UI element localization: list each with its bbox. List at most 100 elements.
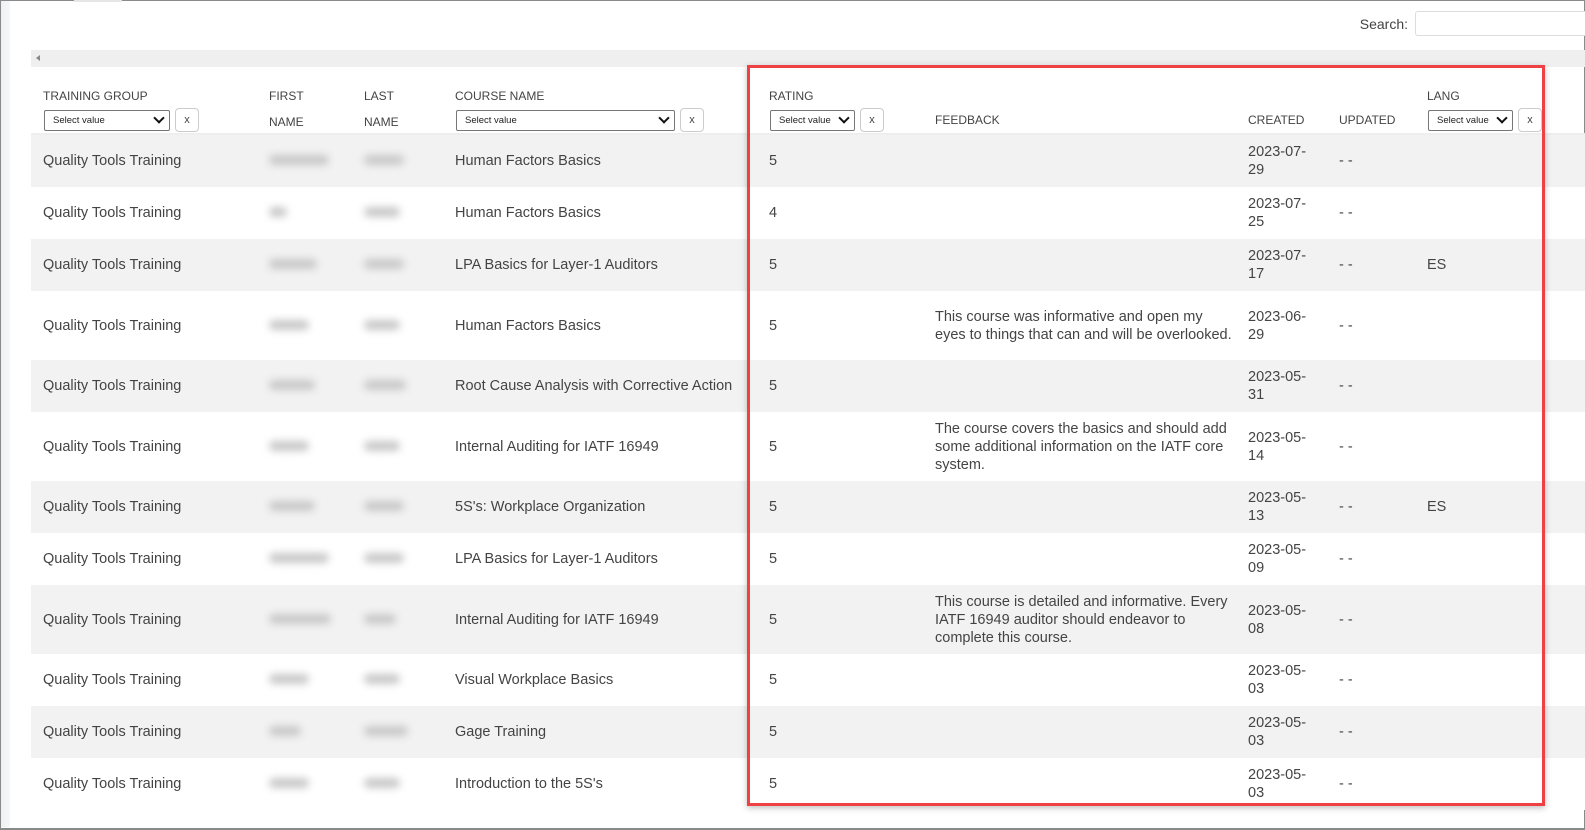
cell-rating: 5 [757,654,923,706]
created-date-part-1: 2023-05- [1248,369,1307,385]
left-gutter [1,1,10,827]
cell-feedback: This course was informative and open my … [923,291,1236,360]
cell-updated: - - [1327,654,1415,706]
cell-feedback [923,533,1236,585]
table-row[interactable]: Quality Tools Training Root Cause Analysi… [31,360,1585,412]
cell-created: 2023-05- 09 [1236,533,1327,585]
col-lang-label: LANG [1427,89,1460,103]
col-rating: RATING Select value x [757,67,923,135]
table-row[interactable]: Quality Tools Training Gage Training 5 2023… [31,706,1585,758]
cell-training-group: Quality Tools Training [31,706,257,758]
cell-rating: 5 [757,239,923,291]
col-feedback: FEEDBACK [923,67,1236,135]
cell-last-name-redacted [352,533,443,585]
cell-course-name: Internal Auditing for IATF 16949 [443,585,757,654]
cell-first-name-redacted [257,291,352,360]
cell-created: 2023-05- 08 [1236,585,1327,654]
lang-clear-button[interactable]: x [1518,108,1542,132]
cell-feedback [923,654,1236,706]
cell-course-name: Human Factors Basics [443,187,757,239]
scroll-left-arrow-icon[interactable] [36,55,40,61]
table-row[interactable]: Quality Tools Training Human Factors Basi… [31,134,1585,187]
cell-lang: ES [1415,481,1585,533]
cell-course-name: LPA Basics for Layer-1 Auditors [443,533,757,585]
rating-filter-select[interactable]: Select value [770,109,855,131]
table-row[interactable]: Quality Tools Training LPA Basics for Lay… [31,533,1585,585]
feedback-table: TRAINING GROUP Select value x FIRST NAME [31,67,1585,810]
cell-course-name: Human Factors Basics [443,134,757,187]
cell-training-group: Quality Tools Training [31,360,257,412]
cell-last-name-redacted [352,585,443,654]
cell-last-name-redacted [352,758,443,810]
cell-feedback [923,706,1236,758]
table-body: Quality Tools Training Human Factors Basi… [31,134,1585,810]
cell-training-group: Quality Tools Training [31,585,257,654]
cell-first-name-redacted [257,758,352,810]
created-date-part-2: 14 [1248,447,1265,464]
select-label: Select value [779,114,831,126]
col-first-name-label-2: NAME [269,115,304,129]
table-row[interactable]: Quality Tools Training Human Factors Basi… [31,291,1585,360]
cell-rating: 5 [757,360,923,412]
created-date-part-2: 13 [1248,508,1265,524]
table-row[interactable]: Quality Tools Training Introduction to th… [31,758,1585,810]
table-row[interactable]: Quality Tools Training LPA Basics for Lay… [31,239,1585,291]
cell-training-group: Quality Tools Training [31,533,257,585]
created-date-part-2: 03 [1248,785,1265,801]
cell-training-group: Quality Tools Training [31,291,257,360]
cell-created: 2023-07- 29 [1236,134,1327,187]
cell-updated: - - [1327,360,1415,412]
cell-first-name-redacted [257,187,352,239]
table-row[interactable]: Quality Tools Training 5S's: Workplace Or… [31,481,1585,533]
cell-rating: 5 [757,134,923,187]
select-label: Select value [1437,114,1489,126]
col-training-group-label: TRAINING GROUP [43,89,148,103]
chevron-down-icon [658,112,670,124]
course-name-filter-select[interactable]: Select value [456,109,675,131]
cell-last-name-redacted [352,706,443,758]
created-date-part-2: 31 [1248,387,1265,403]
created-date-part-2: 03 [1248,733,1265,749]
training-group-filter-select[interactable]: Select value [44,109,170,131]
cell-last-name-redacted [352,412,443,481]
created-date-part-1: 2023-07- [1248,248,1307,264]
table-row[interactable]: Quality Tools Training Human Factors Basi… [31,187,1585,239]
table-row[interactable]: Quality Tools Training Internal Auditing … [31,585,1585,654]
cell-lang [1415,360,1585,412]
cell-rating: 5 [757,533,923,585]
cell-course-name: Human Factors Basics [443,291,757,360]
col-first-name-label-1: FIRST [269,89,304,103]
cell-updated: - - [1327,187,1415,239]
search-bar: Search: [1360,11,1585,36]
cell-updated: - - [1327,706,1415,758]
created-date-part-1: 2023-05- [1248,490,1307,506]
chevron-down-icon [838,112,850,124]
training-group-clear-button[interactable]: x [175,108,199,132]
cell-rating: 5 [757,706,923,758]
created-date-part-2: 08 [1248,620,1265,637]
lang-filter-select[interactable]: Select value [1428,109,1513,131]
table-row[interactable]: Quality Tools Training Visual Workplace B… [31,654,1585,706]
cell-course-name: Root Cause Analysis with Corrective Acti… [443,360,757,412]
search-input[interactable] [1415,11,1585,36]
col-updated-label: UPDATED [1339,113,1396,127]
table-row[interactable]: Quality Tools Training Internal Auditing … [31,412,1585,481]
col-last-name: LAST NAME [352,67,443,135]
course-name-clear-button[interactable]: x [680,108,704,132]
cell-last-name-redacted [352,654,443,706]
rating-clear-button[interactable]: x [860,108,884,132]
cell-updated: - - [1327,585,1415,654]
cell-updated: - - [1327,533,1415,585]
cell-course-name: Introduction to the 5S's [443,758,757,810]
cell-lang [1415,654,1585,706]
cell-created: 2023-07- 25 [1236,187,1327,239]
created-date-part-1: 2023-05- [1248,602,1307,619]
cell-first-name-redacted [257,239,352,291]
cell-training-group: Quality Tools Training [31,134,257,187]
chevron-down-icon [1496,112,1508,124]
horizontal-scrollbar[interactable] [31,50,1585,67]
cell-updated: - - [1327,412,1415,481]
cell-updated: - - [1327,134,1415,187]
created-date-part-1: 2023-06- [1248,308,1307,325]
cell-first-name-redacted [257,481,352,533]
